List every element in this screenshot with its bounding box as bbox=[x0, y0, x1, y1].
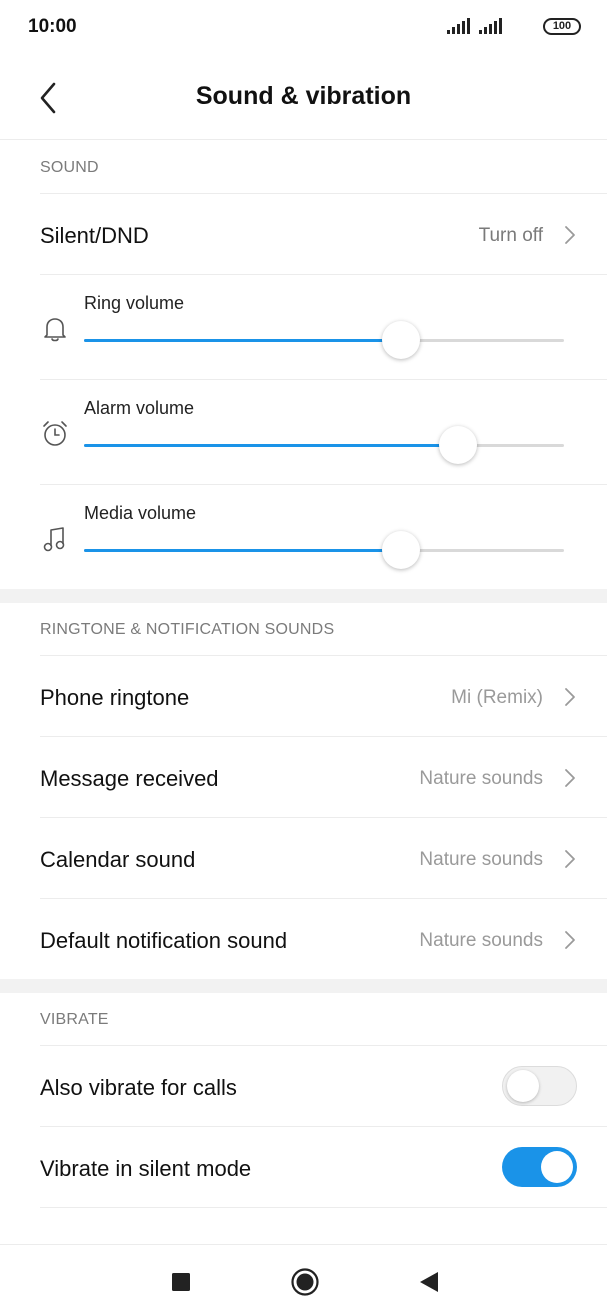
ring-volume-label: Ring volume bbox=[84, 293, 185, 313]
calendar-sound-value: Nature sounds bbox=[419, 849, 543, 870]
vibrate-in-silent-mode-row[interactable]: Vibrate in silent mode bbox=[0, 1127, 607, 1207]
default-notification-sound-row[interactable]: Default notification sound Nature sounds bbox=[0, 899, 607, 979]
alarm-clock-icon bbox=[43, 421, 67, 446]
section-label-vibrate: VIBRATE bbox=[40, 1011, 109, 1028]
chevron-right-icon bbox=[565, 931, 575, 949]
recent-apps-icon[interactable] bbox=[166, 1267, 196, 1297]
message-received-row[interactable]: Message received Nature sounds bbox=[0, 737, 607, 817]
vibrate-in-silent-mode-toggle[interactable] bbox=[502, 1147, 577, 1187]
calendar-sound-label: Calendar sound bbox=[40, 847, 196, 872]
page-title: Sound & vibration bbox=[195, 82, 412, 110]
section-gap bbox=[0, 979, 607, 993]
alarm-volume-row: Alarm volume bbox=[0, 380, 607, 484]
ring-volume-slider[interactable] bbox=[84, 321, 564, 359]
ring-volume-thumb[interactable] bbox=[381, 321, 420, 359]
chevron-right-icon bbox=[565, 769, 575, 787]
screen: 10:00 100 Sound & vibration SOUND Silent… bbox=[0, 0, 607, 1316]
section-label-ringtone: RINGTONE & NOTIFICATION SOUNDS bbox=[40, 621, 335, 638]
toggle-knob bbox=[507, 1070, 539, 1102]
phone-ringtone-value: Mi (Remix) bbox=[451, 687, 543, 708]
also-vibrate-for-calls-row[interactable]: Also vibrate for calls bbox=[0, 1046, 607, 1126]
default-notification-sound-label: Default notification sound bbox=[40, 928, 288, 953]
chevron-right-icon bbox=[565, 226, 575, 244]
chevron-right-icon bbox=[565, 688, 575, 706]
vibrate-in-silent-mode-label: Vibrate in silent mode bbox=[40, 1156, 252, 1181]
music-note-icon bbox=[43, 527, 65, 552]
media-volume-thumb[interactable] bbox=[381, 531, 420, 569]
ringtone-section: RINGTONE & NOTIFICATION SOUNDS Phone rin… bbox=[0, 603, 607, 979]
ring-volume-row: Ring volume bbox=[0, 275, 607, 379]
signal-icon bbox=[479, 18, 502, 34]
silent-dnd-value: Turn off bbox=[478, 225, 543, 246]
media-volume-slider[interactable] bbox=[84, 531, 564, 569]
message-received-label: Message received bbox=[40, 766, 219, 791]
status-time: 10:00 bbox=[28, 16, 77, 37]
alarm-volume-slider[interactable] bbox=[84, 426, 564, 464]
navigation-bar bbox=[0, 1244, 607, 1316]
message-received-value: Nature sounds bbox=[419, 768, 543, 789]
media-volume-fill bbox=[84, 549, 401, 552]
signal-icon bbox=[447, 18, 470, 34]
vibrate-section: VIBRATE Also vibrate for calls Vibrate i… bbox=[0, 993, 607, 1244]
ring-volume-fill bbox=[84, 339, 401, 342]
bell-icon bbox=[44, 318, 66, 342]
sound-section: SOUND Silent/DND Turn off Ring volume Al… bbox=[0, 141, 607, 589]
media-volume-row: Media volume bbox=[0, 485, 607, 589]
header: Sound & vibration bbox=[0, 54, 607, 140]
also-vibrate-for-calls-label: Also vibrate for calls bbox=[40, 1075, 237, 1100]
media-volume-label: Media volume bbox=[84, 503, 197, 523]
alarm-volume-thumb[interactable] bbox=[439, 426, 478, 464]
silent-dnd-label: Silent/DND bbox=[40, 223, 149, 248]
alarm-volume-label: Alarm volume bbox=[84, 398, 195, 418]
back-triangle-icon[interactable] bbox=[414, 1267, 444, 1297]
phone-ringtone-label: Phone ringtone bbox=[40, 685, 190, 710]
toggle-knob bbox=[541, 1151, 573, 1183]
also-vibrate-for-calls-toggle[interactable] bbox=[502, 1066, 577, 1106]
status-bar: 10:00 100 bbox=[0, 0, 607, 54]
section-gap bbox=[0, 589, 607, 603]
section-label-sound: SOUND bbox=[40, 159, 99, 176]
calendar-sound-row[interactable]: Calendar sound Nature sounds bbox=[0, 818, 607, 898]
chevron-right-icon bbox=[565, 850, 575, 868]
alarm-volume-fill bbox=[84, 444, 459, 447]
phone-ringtone-row[interactable]: Phone ringtone Mi (Remix) bbox=[0, 656, 607, 736]
home-icon[interactable] bbox=[290, 1267, 320, 1297]
default-notification-sound-value: Nature sounds bbox=[419, 930, 543, 951]
battery-level: 100 bbox=[552, 20, 572, 32]
battery-icon: 100 bbox=[543, 18, 581, 35]
partially-visible-row[interactable] bbox=[0, 1208, 607, 1244]
silent-dnd-row[interactable]: Silent/DND Turn off bbox=[0, 194, 607, 274]
